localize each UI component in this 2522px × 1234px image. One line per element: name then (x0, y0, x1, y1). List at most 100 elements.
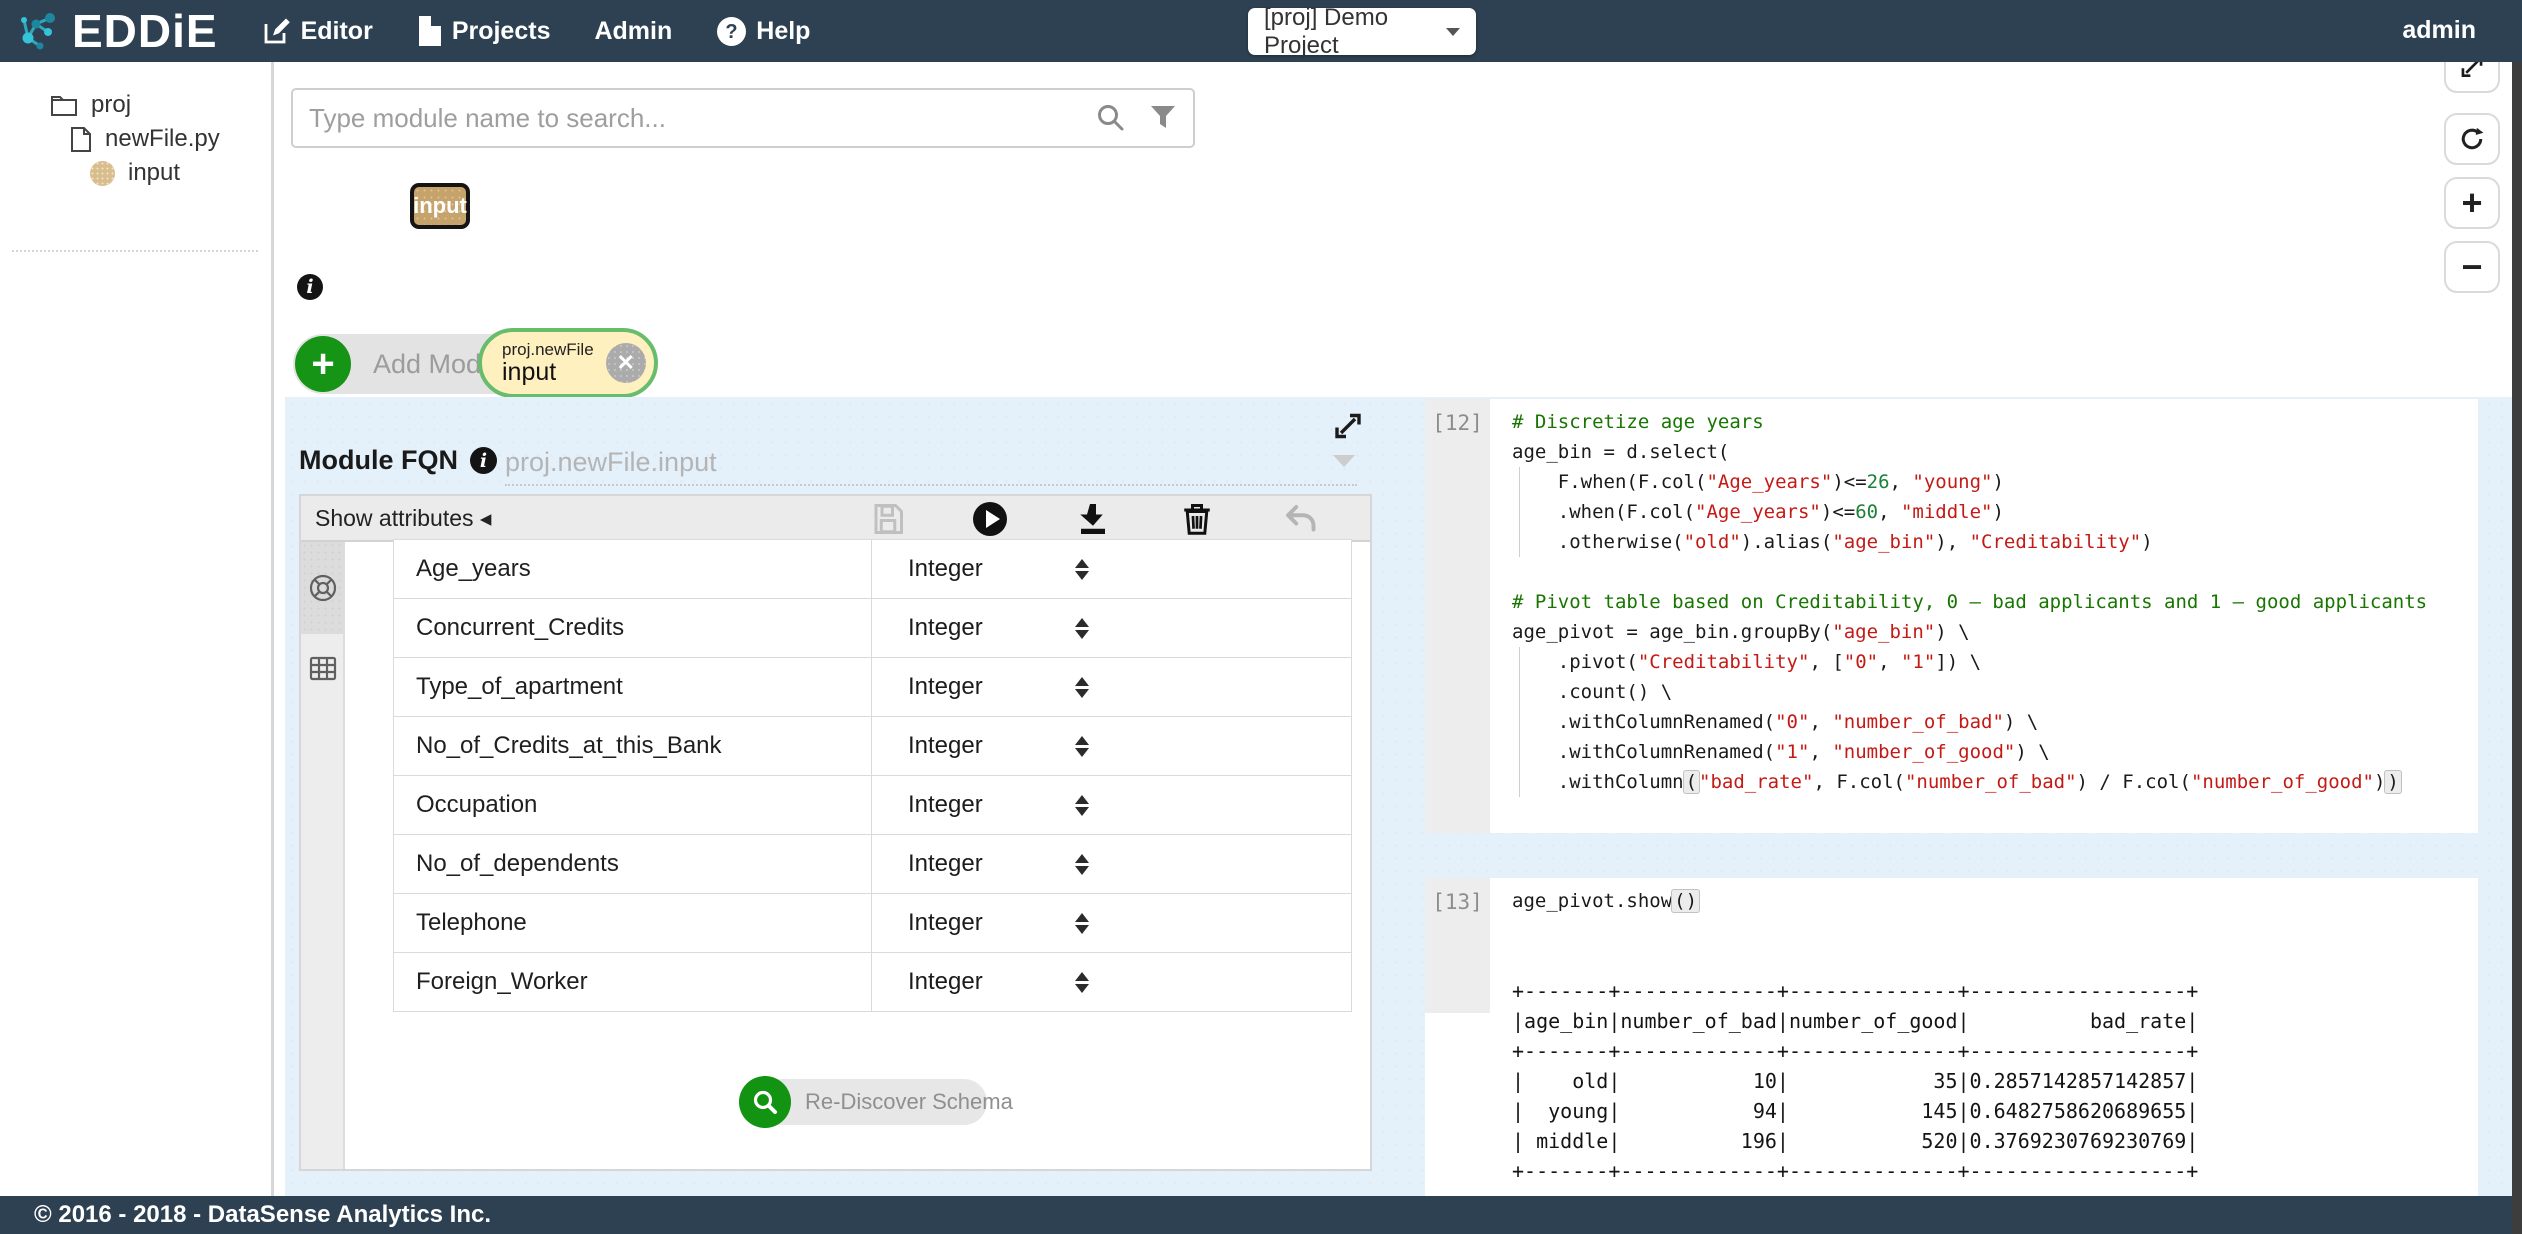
chevron-down-icon (1446, 28, 1460, 36)
attribute-name: Occupation (394, 776, 872, 834)
attribute-name: Type_of_apartment (394, 658, 872, 716)
footer: © 2016 - 2018 - DataSense Analytics Inc. (0, 1196, 2522, 1234)
attribute-row: TelephoneInteger (393, 893, 1352, 953)
download-icon[interactable] (1072, 498, 1114, 540)
tree-item-proj[interactable]: proj (0, 88, 271, 122)
chevron-down-icon[interactable] (1333, 455, 1355, 467)
tab-data-preview[interactable] (301, 634, 345, 704)
navbar: EDDiE Editor Projects Admin ? Help (0, 0, 2522, 62)
editor-pencil-icon (262, 16, 292, 46)
show-attributes-toggle[interactable]: Show attributes ◂ (315, 505, 491, 532)
eddie-logo-icon (16, 8, 62, 54)
stepper-arrows-icon[interactable] (1075, 913, 1089, 934)
svg-text:?: ? (726, 21, 738, 43)
user-menu[interactable]: admin (2402, 16, 2476, 45)
folder-icon (50, 93, 78, 117)
stepper-arrows-icon[interactable] (1075, 677, 1089, 698)
search-icon[interactable] (1095, 102, 1127, 134)
attribute-type-select[interactable]: Integer (872, 658, 1351, 716)
nav-item-admin[interactable]: Admin (594, 17, 672, 46)
plus-icon: + (295, 336, 351, 392)
stepper-arrows-icon[interactable] (1075, 736, 1089, 757)
stepper-arrows-icon[interactable] (1075, 559, 1089, 580)
filter-funnel-icon[interactable] (1149, 103, 1177, 133)
info-icon[interactable]: i (470, 447, 497, 474)
module-detail-panel: Module FQN i proj.newFile.input Show att… (285, 397, 2512, 1196)
attribute-type-select[interactable]: Integer (872, 953, 1351, 1011)
nav-item-projects[interactable]: Projects (417, 15, 551, 47)
zoom-out-button[interactable]: − (2444, 241, 2500, 293)
search-icon (739, 1076, 791, 1128)
attribute-type-select[interactable]: Integer (872, 894, 1351, 952)
attribute-row: No_of_Credits_at_this_BankInteger (393, 716, 1352, 776)
module-fqn-select[interactable]: proj.newFile.input (505, 447, 1357, 486)
attribute-row: No_of_dependentsInteger (393, 834, 1352, 894)
graph-node-input[interactable]: input (410, 183, 470, 229)
app-logo: EDDiE (72, 4, 218, 58)
stepper-arrows-icon[interactable] (1075, 854, 1089, 875)
nav-item-editor[interactable]: Editor (262, 16, 373, 46)
module-search-bar (291, 88, 1195, 148)
attribute-type-select[interactable]: Integer (872, 540, 1351, 598)
attribute-type-select[interactable]: Integer (872, 776, 1351, 834)
tree-drop-indicator (12, 250, 258, 252)
attribute-row: Age_yearsInteger (393, 539, 1352, 599)
search-input[interactable] (309, 103, 1095, 134)
projects-file-icon (417, 15, 443, 47)
stepper-arrows-icon[interactable] (1075, 618, 1089, 639)
rediscover-schema-button[interactable]: Re-Discover Schema (739, 1076, 1013, 1128)
code-editor[interactable]: age_pivot.show() (1512, 886, 2468, 916)
attribute-type-select[interactable]: Integer (872, 717, 1351, 775)
trash-icon[interactable] (1176, 498, 1218, 540)
window-scrollbar[interactable] (2512, 62, 2522, 1234)
attribute-row: Concurrent_CreditsInteger (393, 598, 1352, 658)
module-tag-input[interactable]: proj.newFile input ✕ (478, 328, 658, 398)
run-icon[interactable] (969, 498, 1011, 540)
info-icon[interactable]: i (297, 274, 323, 300)
attribute-name: Age_years (394, 540, 872, 598)
zoom-in-button[interactable]: + (2444, 177, 2500, 229)
module-card: Show attributes ◂ (299, 494, 1372, 1171)
project-selector[interactable]: [proj] Demo Project (1248, 8, 1476, 55)
indent-guide (1519, 647, 1520, 797)
notebook-cell[interactable]: [12] # Discretize age yearsage_bin = d.s… (1425, 399, 2478, 833)
module-dot-icon (90, 161, 115, 186)
attribute-name: No_of_dependents (394, 835, 872, 893)
refresh-icon (2458, 125, 2486, 153)
expand-icon[interactable] (1331, 409, 1365, 443)
stepper-arrows-icon[interactable] (1075, 972, 1089, 993)
undo-icon[interactable] (1279, 498, 1321, 540)
attribute-name: Foreign_Worker (394, 953, 872, 1011)
attribute-type-select[interactable]: Integer (872, 599, 1351, 657)
attribute-name: Concurrent_Credits (394, 599, 872, 657)
cell-index: [13] (1425, 878, 1490, 1013)
module-tabstrip (301, 542, 345, 1169)
canvas-refresh-button[interactable] (2444, 113, 2500, 165)
module-tag-qualifier: proj.newFile (502, 341, 594, 359)
nav-item-help[interactable]: ? Help (716, 16, 810, 47)
tree-item-input[interactable]: input (0, 156, 271, 190)
indent-guide (1519, 467, 1520, 557)
copyright-text: © 2016 - 2018 - DataSense Analytics Inc. (34, 1201, 491, 1229)
attribute-type-select[interactable]: Integer (872, 835, 1351, 893)
tree-item-newfile[interactable]: newFile.py (0, 122, 271, 156)
notebook-cell[interactable]: [13] age_pivot.show() +-------+---------… (1425, 878, 2478, 1196)
close-icon[interactable]: ✕ (606, 343, 646, 383)
attribute-row: OccupationInteger (393, 775, 1352, 835)
module-fqn-label: Module FQN i (299, 445, 497, 476)
attribute-row: Type_of_apartmentInteger (393, 657, 1352, 717)
file-icon (70, 126, 92, 153)
table-icon (308, 654, 338, 684)
module-canvas: input i + Add Module proj.newFile input … (274, 62, 2512, 397)
save-icon[interactable] (867, 498, 909, 540)
help-icon: ? (716, 16, 747, 47)
attribute-name: Telephone (394, 894, 872, 952)
attribute-name: No_of_Credits_at_this_Bank (394, 717, 872, 775)
tab-schema[interactable] (301, 542, 345, 634)
attributes-table: Age_yearsIntegerConcurrent_CreditsIntege… (393, 540, 1352, 1012)
stepper-arrows-icon[interactable] (1075, 795, 1089, 816)
module-tag-name: input (502, 359, 594, 385)
cell-index: [12] (1425, 399, 1490, 833)
code-editor[interactable]: # Discretize age yearsage_bin = d.select… (1512, 407, 2468, 797)
cell-output: +-------+-------------+--------------+--… (1512, 976, 2198, 1186)
